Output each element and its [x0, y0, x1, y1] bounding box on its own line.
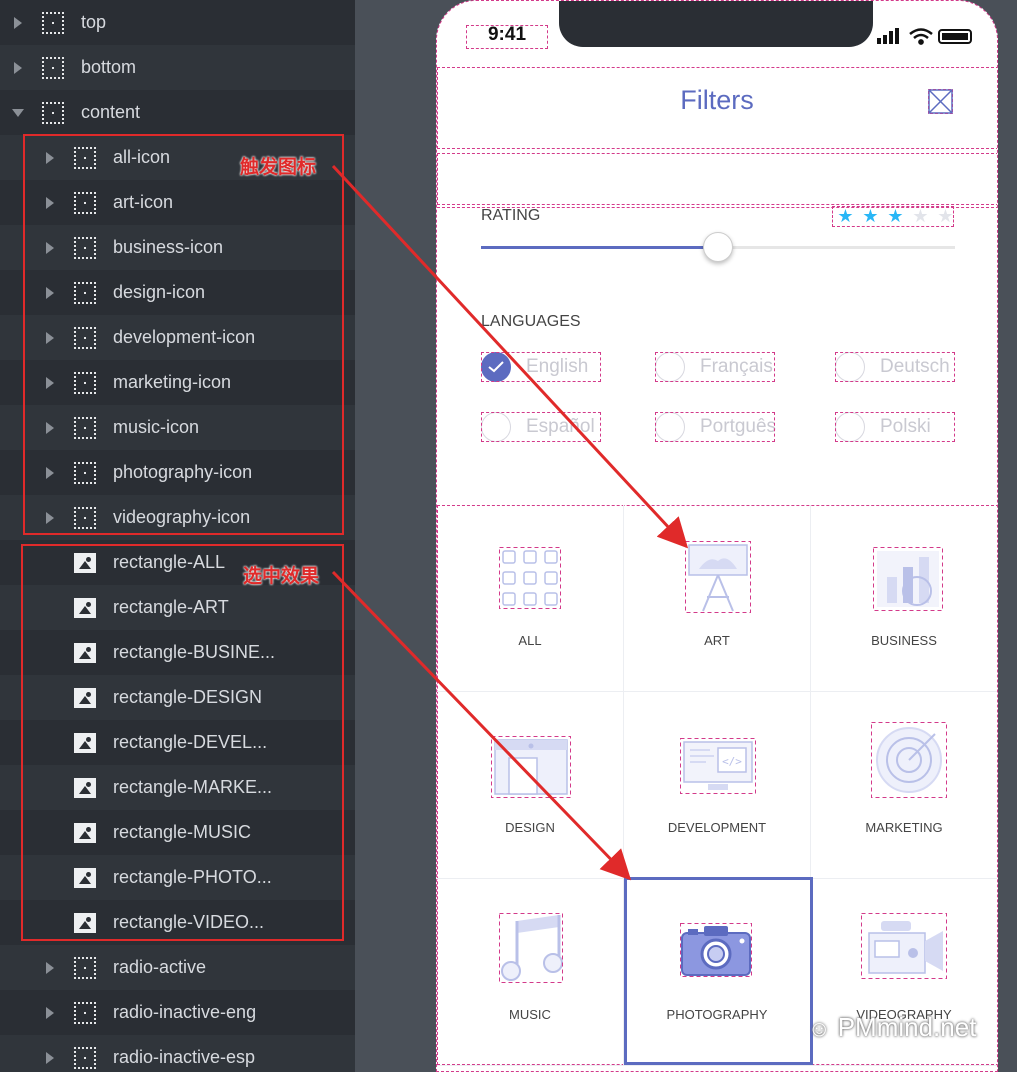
category-marketing[interactable]: MARKETING [811, 692, 997, 879]
guide-box [481, 412, 601, 442]
expand-arrow-icon[interactable] [46, 961, 54, 974]
selected-category-highlight [624, 877, 813, 1065]
rectangles-highlight-box [21, 544, 344, 941]
layer-label: radio-inactive-esp [113, 1047, 256, 1067]
layer-radio-inactive-eng[interactable]: radio-inactive-eng [0, 990, 355, 1035]
layer-content[interactable]: content [0, 90, 355, 135]
layer-radio-inactive-esp[interactable]: radio-inactive-esp [0, 1035, 355, 1072]
guide-box [466, 25, 548, 49]
collapse-arrow-icon[interactable] [12, 108, 24, 117]
rating-slider[interactable] [481, 232, 955, 262]
category-business[interactable]: BUSINESS [811, 505, 997, 692]
expand-arrow-icon[interactable] [46, 1006, 54, 1019]
signal-icon [877, 28, 899, 44]
category-music[interactable]: MUSIC [437, 879, 624, 1066]
chart-icon [873, 547, 943, 611]
guide-box [835, 412, 955, 442]
category-development[interactable]: </> DEVELOPMENT [624, 692, 811, 879]
category-label: MUSIC [509, 1007, 551, 1022]
group-icon [42, 56, 64, 79]
rating-label: RATING [481, 207, 541, 224]
guide-box [481, 352, 601, 382]
wifi-icon [909, 28, 933, 45]
group-icon [74, 956, 96, 979]
layer-label: bottom [81, 57, 137, 77]
phone-notch [559, 1, 873, 47]
wechat-icon: ☺ [808, 1016, 831, 1041]
layer-label: content [81, 102, 141, 122]
layer-label: radio-active [113, 957, 207, 977]
category-label: ART [704, 633, 730, 648]
guide-box [835, 352, 955, 382]
category-label: ALL [518, 633, 542, 648]
slider-fill [481, 246, 718, 249]
expand-arrow-icon[interactable] [14, 61, 22, 74]
design-icon [491, 736, 571, 798]
svg-text:</>: </> [722, 755, 742, 768]
category-label: MARKETING [865, 820, 943, 835]
group-icon [42, 11, 64, 34]
expand-arrow-icon[interactable] [14, 16, 22, 29]
spacer-guide [437, 153, 997, 205]
category-label: DESIGN [505, 820, 555, 835]
layer-radio-active[interactable]: radio-active [0, 945, 355, 990]
page-title: Filters [680, 85, 754, 115]
slider-knob[interactable] [703, 232, 733, 262]
languages-label: LANGUAGES [481, 313, 581, 330]
annotation-trigger-icon: 触发图标 [240, 157, 317, 178]
category-design[interactable]: DESIGN [437, 692, 624, 879]
annotation-selected-effect: 选中效果 [243, 566, 320, 587]
category-art[interactable]: ART [624, 505, 811, 692]
status-icons [877, 28, 972, 45]
code-icon: </> [680, 738, 756, 794]
category-label: DEVELOPMENT [667, 820, 767, 835]
music-note-icon [499, 913, 563, 983]
battery-icon [938, 29, 972, 44]
expand-arrow-icon[interactable] [46, 1051, 54, 1064]
grid-icon [499, 547, 561, 609]
category-all[interactable]: ALL [437, 505, 624, 692]
layer-label: top [81, 12, 107, 32]
guide-box [832, 206, 954, 227]
watermark: ☺ PMmind.net [808, 1012, 977, 1042]
layer-top[interactable]: top [0, 0, 355, 45]
group-icon [74, 1046, 96, 1069]
layer-bottom[interactable]: bottom [0, 45, 355, 90]
guide-box [655, 412, 775, 442]
close-icon[interactable] [928, 89, 953, 114]
guide-box [655, 352, 775, 382]
category-label: BUSINESS [871, 633, 937, 648]
icons-highlight-box [23, 134, 344, 535]
layer-label: radio-inactive-eng [113, 1002, 257, 1022]
target-icon [871, 722, 947, 798]
group-icon [42, 101, 64, 124]
video-camera-icon [861, 913, 947, 979]
easel-icon [685, 541, 751, 613]
group-icon [74, 1001, 96, 1024]
